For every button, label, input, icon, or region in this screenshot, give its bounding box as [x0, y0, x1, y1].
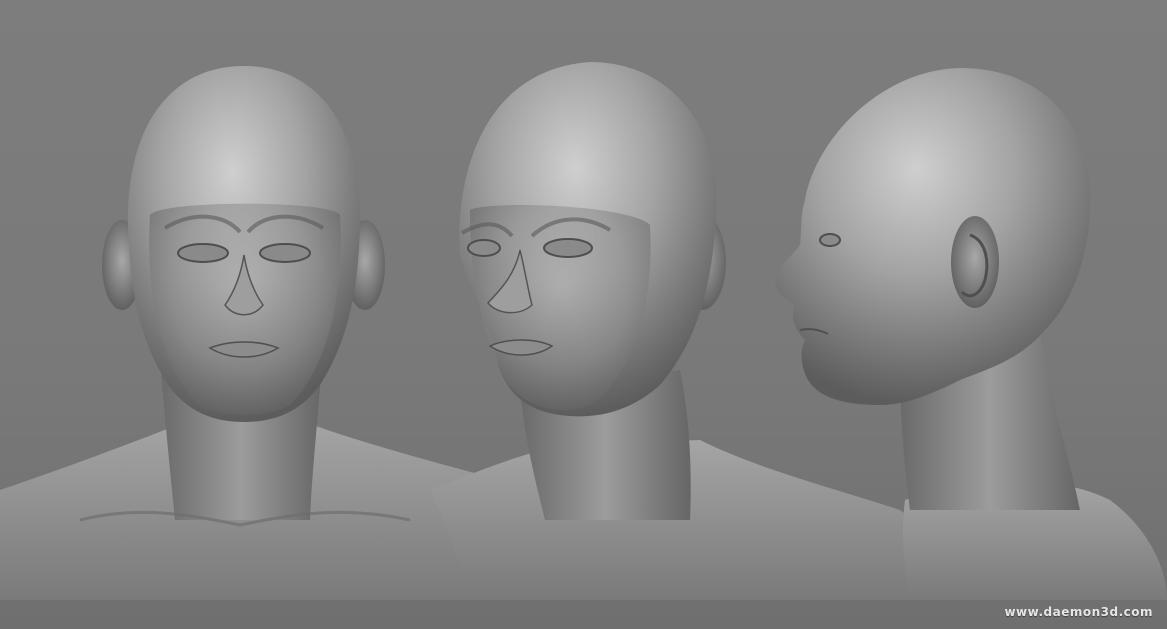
sculpt-render: www.daemon3d.com — [0, 0, 1167, 629]
tq-left-eye — [467, 239, 501, 257]
front-right-eye — [259, 243, 311, 263]
tq-shoulders — [430, 440, 960, 600]
front-left-eye — [177, 243, 229, 263]
watermark-text: www.daemon3d.com — [1004, 605, 1153, 619]
profile-eye — [819, 233, 841, 247]
tq-right-eye — [543, 238, 593, 258]
head-sculpt-views — [0, 62, 1167, 600]
